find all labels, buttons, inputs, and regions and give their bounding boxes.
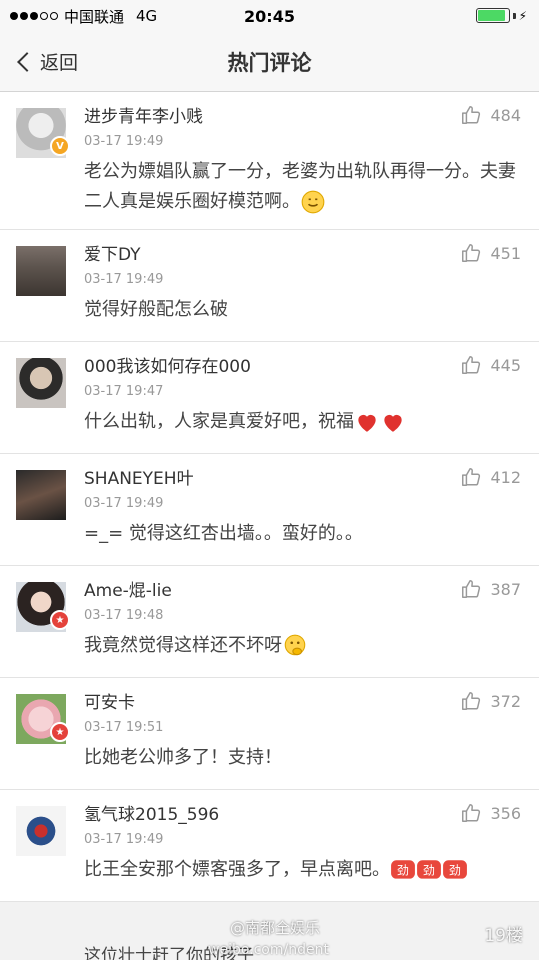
back-label: 返回 (40, 52, 79, 74)
comment-text: 老公为嫖娼队赢了一分，老婆为出轨队再得一分。夫妻二人真是娱乐圈好模范啊。 (84, 161, 516, 214)
comment-username[interactable]: SHANEYEH叶 (84, 468, 525, 490)
comment-text: 什么出轨，人家是真爱好吧，祝福 (84, 407, 525, 437)
avatar[interactable] (16, 246, 66, 296)
avatar[interactable] (16, 806, 66, 856)
comment-timestamp: 03-17 19:49 (84, 832, 164, 847)
heart-emoji (354, 411, 406, 432)
thumbs-up-icon (460, 104, 482, 126)
navigation-bar: 返回 热门评论 (0, 32, 539, 92)
comment-timestamp: 03-17 19:51 (84, 720, 164, 735)
like-button[interactable]: 484 (460, 104, 521, 126)
comment-timestamp: 03-17 19:49 (84, 134, 164, 149)
like-count: 451 (490, 243, 521, 263)
thumbs-up-icon (460, 466, 482, 488)
status-bar: 中国联通 4G 20:45 ⚡ (0, 0, 539, 32)
like-button[interactable]: 412 (460, 466, 521, 488)
next-comment-preview: 这位壮士赶了你的孩子 (84, 946, 254, 960)
network-type: 4G (136, 7, 158, 25)
comment-item[interactable]: V 进步青年李小贱 03-17 19:49 老公为嫖娼队赢了一分，老婆为出轨队再得一分… (0, 92, 539, 230)
comment-item[interactable]: ★ Ame-焜-lie 03-17 19:48 我竟然觉得这样还不坏呀 387 (0, 566, 539, 678)
comment-item[interactable]: 氢气球2015_596 03-17 19:49 比王全安那个嫖客强多了，早点离吧。劲… (0, 790, 539, 902)
comment-timestamp: 03-17 19:49 (84, 496, 164, 511)
like-button[interactable]: 387 (460, 578, 521, 600)
watermark-weibo-handle: @南都全娱乐 (230, 919, 321, 937)
watermark: @南都全娱乐 weibo.com/ndent 19楼 (0, 919, 539, 960)
comment-text: 觉得好般配怎么破 (84, 299, 228, 320)
comment-item[interactable]: SHANEYEH叶 03-17 19:49 =_= 觉得这红杏出墙。。蛮好的。。 41… (0, 454, 539, 566)
comment-text: 我竟然觉得这样还不坏呀 (84, 631, 525, 661)
cheer-emoji: 劲劲劲 (390, 859, 468, 880)
comment-text: =_= 觉得这红杏出墙。。蛮好的。。 (84, 523, 363, 544)
star-badge-icon: ★ (50, 610, 70, 630)
carrier-name: 中国联通 (64, 7, 125, 26)
comment-text: 比王全安那个嫖客强多了，早点离吧。劲劲劲 (84, 855, 525, 885)
thumbs-up-icon (460, 578, 482, 600)
like-button[interactable]: 451 (460, 242, 521, 264)
smile-emoji (300, 190, 326, 214)
back-button[interactable]: 返回 (0, 48, 78, 75)
battery-icon: ⚡ (475, 8, 527, 23)
comment-item[interactable]: ★ 可安卡 03-17 19:51 比她老公帅多了！支持！ 372 (0, 678, 539, 790)
comment-timestamp: 03-17 19:47 (84, 384, 164, 399)
like-button[interactable]: 372 (460, 690, 521, 712)
comment-username[interactable]: 000我该如何存在000 (84, 356, 525, 378)
star-badge-icon: ★ (50, 722, 70, 742)
page-title: 热门评论 (227, 50, 312, 75)
chevron-left-icon (17, 51, 37, 72)
svg-text:劲: 劲 (449, 863, 461, 877)
comment-timestamp: 03-17 19:48 (84, 608, 164, 623)
like-button[interactable]: 356 (460, 802, 521, 824)
comment-item[interactable]: 爱下DY 03-17 19:49 觉得好般配怎么破 451 (0, 230, 539, 342)
svg-text:劲: 劲 (423, 863, 435, 877)
comment-username[interactable]: 氢气球2015_596 (84, 804, 525, 826)
avatar[interactable] (16, 470, 66, 520)
svg-text:劲: 劲 (397, 863, 409, 877)
thumbs-up-icon (460, 690, 482, 712)
comment-username[interactable]: 可安卡 (84, 692, 525, 714)
thinking-emoji (282, 634, 308, 656)
comment-username[interactable]: Ame-焜-lie (84, 580, 525, 602)
thumbs-up-icon (460, 802, 482, 824)
comment-timestamp: 03-17 19:49 (84, 272, 164, 287)
thumbs-up-icon (460, 354, 482, 376)
comment-username[interactable]: 爱下DY (84, 244, 525, 266)
comment-username[interactable]: 进步青年李小贱 (84, 106, 525, 128)
like-count: 372 (490, 691, 521, 711)
like-count: 356 (490, 803, 521, 823)
signal-strength-icon (10, 12, 58, 20)
watermark-site: 19楼 (484, 926, 523, 946)
comment-item[interactable]: 000我该如何存在000 03-17 19:47 什么出轨，人家是真爱好吧，祝福 44… (0, 342, 539, 454)
like-count: 387 (490, 579, 521, 599)
like-button[interactable]: 445 (460, 354, 521, 376)
like-count: 484 (490, 105, 521, 125)
comment-text: 比她老公帅多了！支持！ (84, 747, 282, 768)
charging-icon: ⚡ (518, 8, 527, 23)
like-count: 445 (490, 355, 521, 375)
avatar[interactable] (16, 358, 66, 408)
verified-badge-icon: V (50, 136, 70, 156)
like-count: 412 (490, 467, 521, 487)
thumbs-up-icon (460, 242, 482, 264)
comment-list: V 进步青年李小贱 03-17 19:49 老公为嫖娼队赢了一分，老婆为出轨队再得一分… (0, 92, 539, 902)
